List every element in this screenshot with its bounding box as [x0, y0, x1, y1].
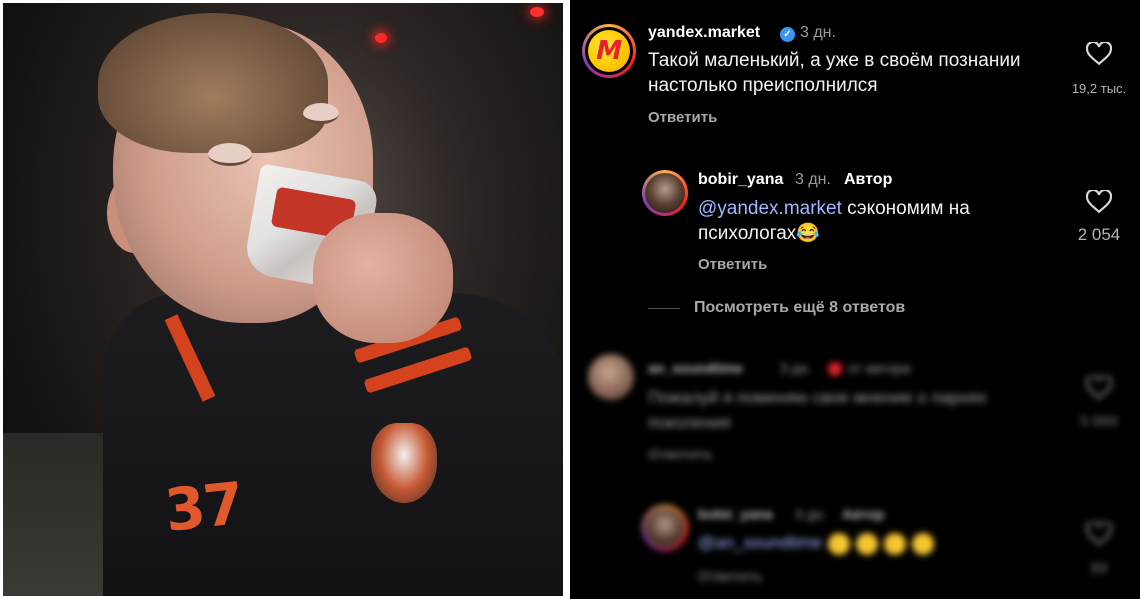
tiger-patch: [371, 423, 437, 503]
comment-time: 3 дн.: [780, 360, 812, 376]
comment-time: 3 дн.: [795, 506, 827, 522]
mention-link[interactable]: @an_soundtime: [698, 533, 822, 552]
comments-panel: M yandex.market ✓ 3 дн. Такой маленький,…: [570, 0, 1140, 599]
reply-button[interactable]: Ответить: [648, 446, 713, 462]
comment-time: 3 дн.: [795, 171, 831, 188]
like-heart-icon[interactable]: [1086, 190, 1112, 214]
like-heart-icon[interactable]: [1086, 376, 1112, 400]
comment-username[interactable]: bobir_yana: [698, 171, 783, 189]
reply-button[interactable]: Ответить: [648, 109, 717, 126]
reply-button[interactable]: Ответить: [698, 256, 767, 273]
liked-by-creator-label: от автора: [848, 360, 911, 376]
bobir-yana-avatar[interactable]: [642, 170, 688, 216]
creator-liked-heart-icon: [828, 362, 842, 376]
view-more-replies-button[interactable]: Посмотреть ещё 8 ответов: [694, 299, 905, 317]
commenter-avatar[interactable]: [588, 354, 634, 400]
laughing-emoji-icon: [828, 532, 851, 555]
comment-username[interactable]: yandex.market: [648, 24, 760, 42]
laughing-emoji-icon: [856, 532, 879, 555]
verified-badge-icon: ✓: [780, 27, 795, 42]
jacket-number: 37: [161, 469, 246, 545]
boy-jacket: [103, 293, 563, 596]
car-light: [530, 7, 544, 17]
video-frame-photo: 37: [3, 3, 563, 596]
boy-hair: [98, 13, 328, 153]
comment-text: Пожалуй я поменяю свое мнение о парнях п…: [648, 388, 987, 432]
like-count: 19,2 тыс.: [1071, 81, 1127, 96]
laughing-emoji-icon: [912, 532, 935, 555]
mention-link[interactable]: @yandex.market: [698, 198, 842, 219]
comment-username[interactable]: bobir_yana: [698, 506, 773, 522]
comment-time: 3 дн.: [800, 24, 836, 41]
car-light: [375, 33, 387, 43]
comment-username[interactable]: an_soundtime: [648, 360, 743, 376]
boy-hand: [313, 213, 453, 343]
boy-eye: [208, 143, 252, 166]
boy-eye: [303, 103, 339, 124]
author-badge: Автор: [842, 506, 885, 522]
laughing-emoji-icon: [884, 532, 907, 555]
comment-text: @yandex.market сэкономим на психологах😂: [698, 198, 970, 244]
like-heart-icon[interactable]: [1086, 522, 1112, 546]
yandex-market-avatar[interactable]: M: [582, 24, 636, 78]
comment-text: @an_soundtime: [698, 530, 1018, 555]
replies-divider: [648, 308, 680, 309]
bobir-yana-avatar[interactable]: [642, 505, 688, 551]
like-heart-icon[interactable]: [1086, 42, 1112, 66]
like-count: 2 054: [1077, 225, 1121, 244]
author-badge: Автор: [844, 171, 893, 188]
comment-text: Такой маленький, а уже в своём познании …: [648, 50, 1021, 96]
like-count: 5 669: [1080, 413, 1118, 430]
reply-button[interactable]: Ответить: [698, 568, 763, 584]
like-count: 99: [1090, 560, 1108, 577]
